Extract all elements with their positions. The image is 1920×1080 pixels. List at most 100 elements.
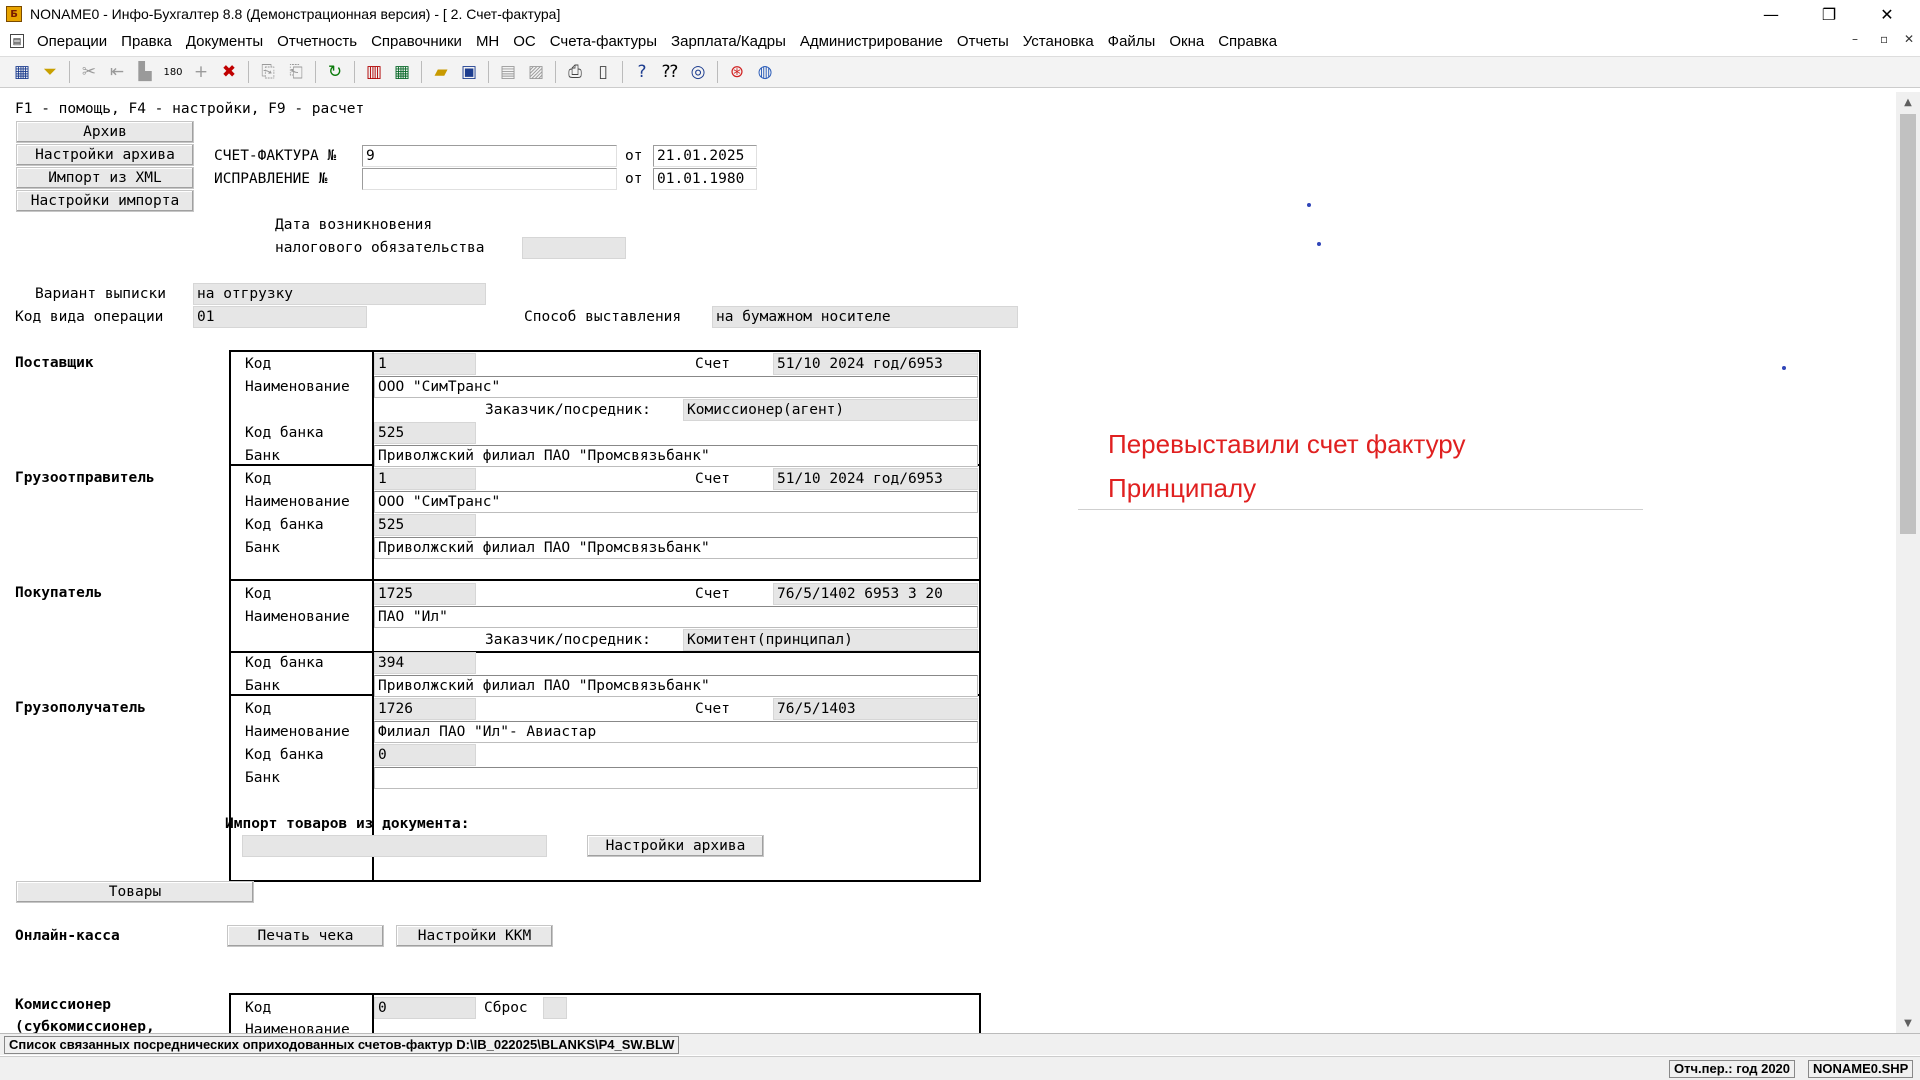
menu-operations[interactable]: Операции: [30, 33, 114, 50]
menu-administration[interactable]: Администрирование: [793, 33, 950, 50]
supplier-account-field[interactable]: 51/10 2024 год/6953: [773, 353, 978, 375]
menu-mn[interactable]: МН: [469, 33, 506, 50]
buyer-name-field[interactable]: ПАО "Ил": [374, 606, 978, 628]
shipper-code-field[interactable]: 1: [374, 468, 476, 490]
refresh-icon[interactable]: ↻: [321, 59, 349, 85]
mdi-restore-button[interactable]: ▫: [1880, 32, 1888, 46]
shipper-bank-code-field[interactable]: 525: [374, 514, 476, 536]
menu-files[interactable]: Файлы: [1101, 33, 1163, 50]
buyer-name-label: Наименование: [245, 609, 350, 625]
open-folder-icon[interactable]: ▰: [427, 59, 455, 85]
shipper-account-field[interactable]: 51/10 2024 год/6953: [773, 468, 978, 490]
consignee-name-field[interactable]: Филиал ПАО "Ил"- Авиастар: [374, 721, 978, 743]
menu-windows[interactable]: Окна: [1162, 33, 1211, 50]
shipper-name-field[interactable]: ООО "СимТранс": [374, 491, 978, 513]
consignee-bank-code-label: Код банка: [245, 747, 324, 763]
maximize-button[interactable]: ❐: [1806, 0, 1852, 28]
globe-icon[interactable]: ◍: [751, 59, 779, 85]
context-help-icon[interactable]: ⁇: [656, 59, 684, 85]
op-code-field[interactable]: 01: [193, 306, 367, 328]
correction-number-field[interactable]: [362, 168, 617, 190]
archive-settings-button[interactable]: Настройки архива: [16, 144, 194, 166]
copy-icon[interactable]: ⎘: [254, 59, 282, 85]
lifebuoy-icon[interactable]: ⊛: [723, 59, 751, 85]
menu-setup[interactable]: Установка: [1016, 33, 1101, 50]
variant-field[interactable]: на отгрузку: [193, 283, 486, 305]
buyer-agent-field[interactable]: Комитент(принципал): [683, 629, 978, 651]
scroll-down-arrow-icon[interactable]: ▼: [1896, 1013, 1920, 1033]
buyer-bank-field[interactable]: Приволжский филиал ПАО "Промсвязьбанк": [374, 675, 978, 697]
invoice-date-field[interactable]: 21.01.2025: [653, 145, 757, 167]
save-icon[interactable]: ▣: [455, 59, 483, 85]
commissioner-code-field[interactable]: 0: [374, 997, 476, 1019]
tax-date-field[interactable]: [522, 237, 626, 259]
buyer-account-field[interactable]: 76/5/1402 6953 3 20: [773, 583, 978, 605]
op-code-label: Код вида операции: [15, 309, 164, 325]
import-archive-settings-button[interactable]: Настройки архива: [587, 835, 764, 857]
consignee-code-field[interactable]: 1726: [374, 698, 476, 720]
kkm-settings-button[interactable]: Настройки ККМ: [396, 925, 553, 947]
supplier-code-field[interactable]: 1: [374, 353, 476, 375]
toolbar: ▦ ⏷ ✂ ⇤ ▙ 180 + ✖ ⎘ ⎗ ↻ ▥ ▦ ▰ ▣ ▤ ▨ ⎙ ▯ …: [0, 56, 1920, 88]
close-button[interactable]: ✕: [1864, 0, 1910, 28]
consignee-bank-code-field[interactable]: 0: [374, 744, 476, 766]
list2-icon[interactable]: ▨: [522, 59, 550, 85]
commissioner-reset-field[interactable]: [543, 997, 567, 1019]
print-icon[interactable]: ⎙: [561, 59, 589, 85]
menu-documents[interactable]: Документы: [179, 33, 270, 50]
menu-help[interactable]: Справка: [1211, 33, 1284, 50]
vertical-scrollbar[interactable]: ▲ ▼: [1896, 92, 1920, 1033]
filter-icon[interactable]: ⏷: [36, 59, 64, 85]
menu-references[interactable]: Справочники: [364, 33, 469, 50]
supplier-bank-field[interactable]: Приволжский филиал ПАО "Промсвязьбанк": [374, 445, 978, 467]
number-icon[interactable]: 180: [159, 59, 187, 85]
mdi-minimize-button[interactable]: –: [1852, 32, 1858, 46]
menu-reports[interactable]: Отчеты: [950, 33, 1016, 50]
correction-date-field[interactable]: 01.01.1980: [653, 168, 757, 190]
archive-button[interactable]: Архив: [16, 121, 194, 143]
consignee-account-field[interactable]: 76/5/1403: [773, 698, 978, 720]
method-field[interactable]: на бумажном носителе: [712, 306, 1018, 328]
supplier-name-field[interactable]: ООО "СимТранс": [374, 376, 978, 398]
import-settings-button[interactable]: Настройки импорта: [16, 190, 194, 212]
help-icon[interactable]: ?: [628, 59, 656, 85]
supplier-bank-code-field[interactable]: 525: [374, 422, 476, 444]
status-bar: Список связанных посреднических оприходо…: [0, 1033, 1920, 1055]
print-check-button[interactable]: Печать чека: [227, 925, 384, 947]
calculator-icon[interactable]: ▦: [388, 59, 416, 85]
buyer-bank-code-field[interactable]: 394: [374, 652, 476, 674]
mdi-close-button[interactable]: ✕: [1904, 32, 1914, 46]
supplier-agent-field[interactable]: Комиссионер(агент): [683, 399, 978, 421]
document-icon[interactable]: ▤: [10, 34, 24, 48]
list-icon[interactable]: ▤: [494, 59, 522, 85]
menu-edit[interactable]: Правка: [114, 33, 179, 50]
paste-icon[interactable]: ▙: [131, 59, 159, 85]
consignee-section-label: Грузополучатель: [15, 700, 146, 716]
table-icon[interactable]: ▦: [8, 59, 36, 85]
minimize-button[interactable]: —: [1748, 0, 1794, 28]
menu-invoices[interactable]: Счета-фактуры: [543, 33, 664, 50]
consignee-bank-field[interactable]: [374, 767, 978, 789]
menu-payroll[interactable]: Зарплата/Кадры: [664, 33, 793, 50]
delete-icon[interactable]: ✖: [215, 59, 243, 85]
menu-os[interactable]: ОС: [506, 33, 543, 50]
compass-icon[interactable]: ◎: [684, 59, 712, 85]
plus-icon[interactable]: +: [187, 59, 215, 85]
current-file-indicator: NONAME0.SHP: [1808, 1060, 1914, 1078]
invoice-number-field[interactable]: 9: [362, 145, 617, 167]
toolbar-separator: [315, 61, 316, 83]
preview-icon[interactable]: ▯: [589, 59, 617, 85]
import-goods-field[interactable]: [242, 835, 547, 857]
shipper-bank-field[interactable]: Приволжский филиал ПАО "Промсвязьбанк": [374, 537, 978, 559]
scrollbar-thumb[interactable]: [1900, 114, 1916, 534]
supplier-name-label: Наименование: [245, 379, 350, 395]
goods-button[interactable]: Товары: [16, 881, 254, 903]
buyer-code-field[interactable]: 1725: [374, 583, 476, 605]
copy-doc-icon[interactable]: ⎗: [282, 59, 310, 85]
scroll-up-arrow-icon[interactable]: ▲: [1896, 92, 1920, 112]
import-xml-button[interactable]: Импорт из XML: [16, 167, 194, 189]
menu-reporting[interactable]: Отчетность: [270, 33, 364, 50]
cut-icon[interactable]: ✂: [75, 59, 103, 85]
report-icon[interactable]: ▥: [360, 59, 388, 85]
move-icon[interactable]: ⇤: [103, 59, 131, 85]
